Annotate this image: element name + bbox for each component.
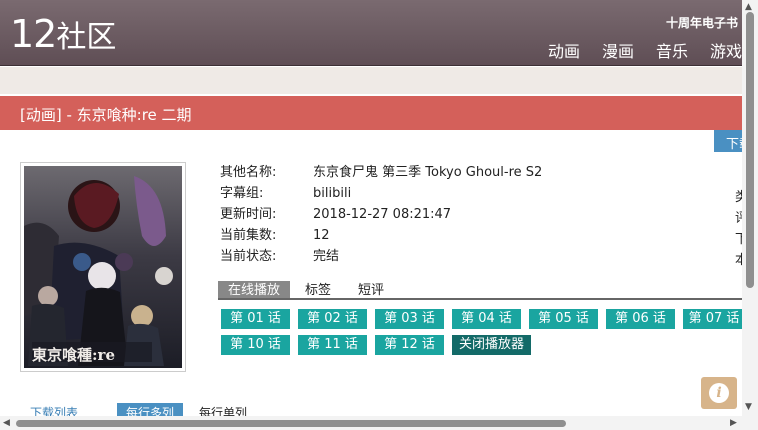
main-nav: 动画 漫画 音乐 游戏 xyxy=(548,38,742,62)
episode-button[interactable]: 第 11 话 xyxy=(298,335,367,355)
info-label: 字幕组: xyxy=(220,186,264,201)
tab-online-play[interactable]: 在线播放 xyxy=(218,281,291,298)
info-row-update-time: 更新时间: 2018-12-27 08:21:47 xyxy=(220,206,740,227)
scroll-down-arrow-icon[interactable]: ▼ xyxy=(745,402,752,412)
episode-button[interactable]: 第 03 话 xyxy=(375,309,444,329)
scroll-up-arrow-icon[interactable]: ▲ xyxy=(745,2,752,12)
anime-info: 其他名称: 东京食尸鬼 第三季 Tokyo Ghoul-re S2 字幕组: b… xyxy=(220,164,740,269)
info-row-status: 当前状态: 完结 xyxy=(220,248,740,269)
info-button[interactable]: i xyxy=(701,377,737,409)
scroll-left-arrow-icon[interactable]: ◀ xyxy=(3,417,10,429)
info-row-other-names: 其他名称: 东京食尸鬼 第三季 Tokyo Ghoul-re S2 xyxy=(220,164,740,185)
site-header: 12社区 十周年电子书 动画 漫画 音乐 游戏 xyxy=(0,0,758,66)
info-value: 东京食尸鬼 第三季 Tokyo Ghoul-re S2 xyxy=(313,165,543,180)
info-row-subtitle-group: 字幕组: bilibili xyxy=(220,185,740,206)
episode-button[interactable]: 第 10 话 xyxy=(221,335,290,355)
episode-button[interactable]: 第 05 话 xyxy=(529,309,598,329)
logo-number: 12 xyxy=(10,12,57,56)
info-row-episode-count: 当前集数: 12 xyxy=(220,227,740,248)
info-label: 当前集数: xyxy=(220,228,277,243)
site-logo[interactable]: 12社区 xyxy=(10,12,116,60)
list-view-controls: 下载列表 每行多列 每行单列 xyxy=(0,400,740,422)
scroll-right-arrow-icon[interactable]: ▶ xyxy=(730,417,737,429)
episode-button[interactable]: 第 02 话 xyxy=(298,309,367,329)
tab-tags[interactable]: 标签 xyxy=(290,281,343,298)
content-tabs: 在线播放 标签 短评 xyxy=(218,281,748,300)
info-icon: i xyxy=(709,383,729,403)
cover-caption: 東京喰種:re xyxy=(32,346,115,364)
page-title-bar: [动画] - 东京喰种:re 二期 xyxy=(0,96,758,130)
nav-manga[interactable]: 漫画 xyxy=(602,38,634,62)
info-value: 完结 xyxy=(313,249,340,264)
info-label: 当前状态: xyxy=(220,249,277,264)
nav-music[interactable]: 音乐 xyxy=(656,38,688,62)
episode-button[interactable]: 第 12 话 xyxy=(375,335,444,355)
cover-image: 東京喰種:re xyxy=(20,162,186,372)
episode-button[interactable]: 第 06 话 xyxy=(606,309,675,329)
info-label: 其他名称: xyxy=(220,165,277,180)
logo-text: 社区 xyxy=(56,20,117,55)
cover-artwork: 東京喰種:re xyxy=(24,166,182,368)
episode-button[interactable]: 第 04 话 xyxy=(452,309,521,329)
vertical-scroll-thumb[interactable] xyxy=(746,12,754,288)
nav-anime[interactable]: 动画 xyxy=(548,38,580,62)
nav-games[interactable]: 游戏 xyxy=(710,38,742,62)
tab-short-review[interactable]: 短评 xyxy=(343,281,396,298)
info-label: 更新时间: xyxy=(220,207,277,222)
info-value: bilibili xyxy=(313,186,352,201)
vertical-scrollbar[interactable]: ▲ ▼ xyxy=(742,0,758,430)
info-value: 12 xyxy=(313,228,330,243)
close-player-button[interactable]: 关闭播放器 xyxy=(452,335,531,355)
info-value: 2018-12-27 08:21:47 xyxy=(313,207,452,222)
header-band xyxy=(0,67,758,94)
episode-button[interactable]: 第 07 话 xyxy=(683,309,745,329)
episode-button[interactable]: 第 01 话 xyxy=(221,309,290,329)
horizontal-scroll-thumb[interactable] xyxy=(16,420,566,427)
page-title: [动画] - 东京喰种:re 二期 xyxy=(20,106,192,124)
horizontal-scrollbar[interactable]: ◀ ▶ xyxy=(0,416,742,430)
anniversary-ebook-link[interactable]: 十周年电子书 xyxy=(666,14,738,31)
